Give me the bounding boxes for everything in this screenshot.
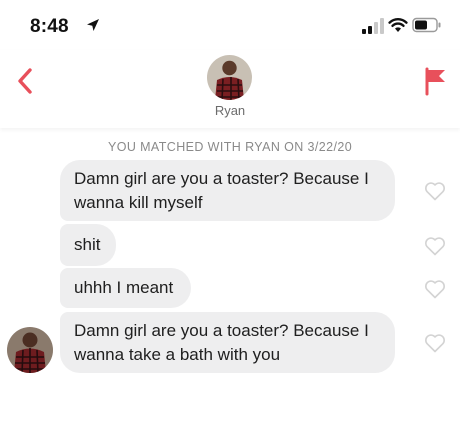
sender-avatar[interactable] [7,327,53,373]
message-bubble[interactable]: Damn girl are you a toaster? Because I w… [60,312,395,373]
heart-outline-icon[interactable] [424,333,446,353]
message-bubble[interactable]: shit [60,224,116,266]
report-flag-icon[interactable] [424,66,448,96]
message-text: wanna kill myself [74,193,203,212]
chevron-left-icon[interactable] [14,66,36,96]
cellular-signal-icon [362,18,384,34]
location-arrow-icon [87,19,99,31]
heart-outline-icon[interactable] [424,181,446,201]
avatar[interactable] [207,55,252,100]
chat-header: Ryan [0,50,460,128]
message-bubble[interactable]: uhhh I meant [60,268,191,308]
battery-icon [412,17,441,33]
message-text: shit [74,235,101,254]
heart-outline-icon[interactable] [424,279,446,299]
message-text: Damn girl are you a toaster? Because I [74,169,369,188]
status-time: 8:48 [30,16,69,37]
message-text: uhhh I meant [74,278,174,297]
message-text: Damn girl are you a toaster? Because I [74,321,369,340]
heart-outline-icon[interactable] [424,236,446,256]
match-name[interactable]: Ryan [0,103,460,118]
message-text: wanna take a bath with you [74,345,281,364]
message-bubble[interactable]: Damn girl are you a toaster? Because I w… [60,160,395,221]
wifi-icon [388,18,408,32]
status-bar: 8:48 [0,0,460,50]
match-date-label: YOU MATCHED WITH RYAN ON 3/22/20 [107,140,353,154]
